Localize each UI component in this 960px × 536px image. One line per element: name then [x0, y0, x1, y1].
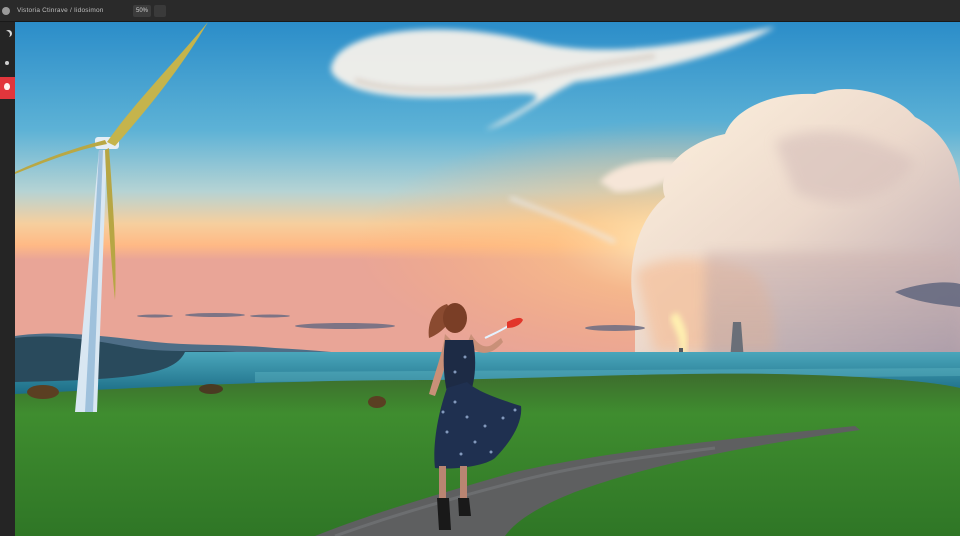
- moon-icon: [3, 31, 10, 38]
- zoom-dropdown-button[interactable]: [154, 5, 166, 17]
- image-canvas[interactable]: [15, 22, 960, 536]
- title-bar: Vistoria Ctinrave / Iidosimon 50%: [0, 0, 960, 22]
- tool-button-night[interactable]: [0, 28, 15, 44]
- zoom-level-field[interactable]: 50%: [133, 5, 151, 17]
- document-title: Vistoria Ctinrave / Iidosimon: [17, 7, 104, 14]
- app-icon[interactable]: [2, 7, 10, 15]
- tool-button-dot[interactable]: [0, 55, 15, 71]
- photo-artwork: [15, 22, 960, 536]
- dot-icon: [5, 61, 9, 65]
- flame-icon: [4, 83, 10, 90]
- tool-strip: [0, 22, 15, 536]
- tool-button-active[interactable]: [0, 77, 15, 99]
